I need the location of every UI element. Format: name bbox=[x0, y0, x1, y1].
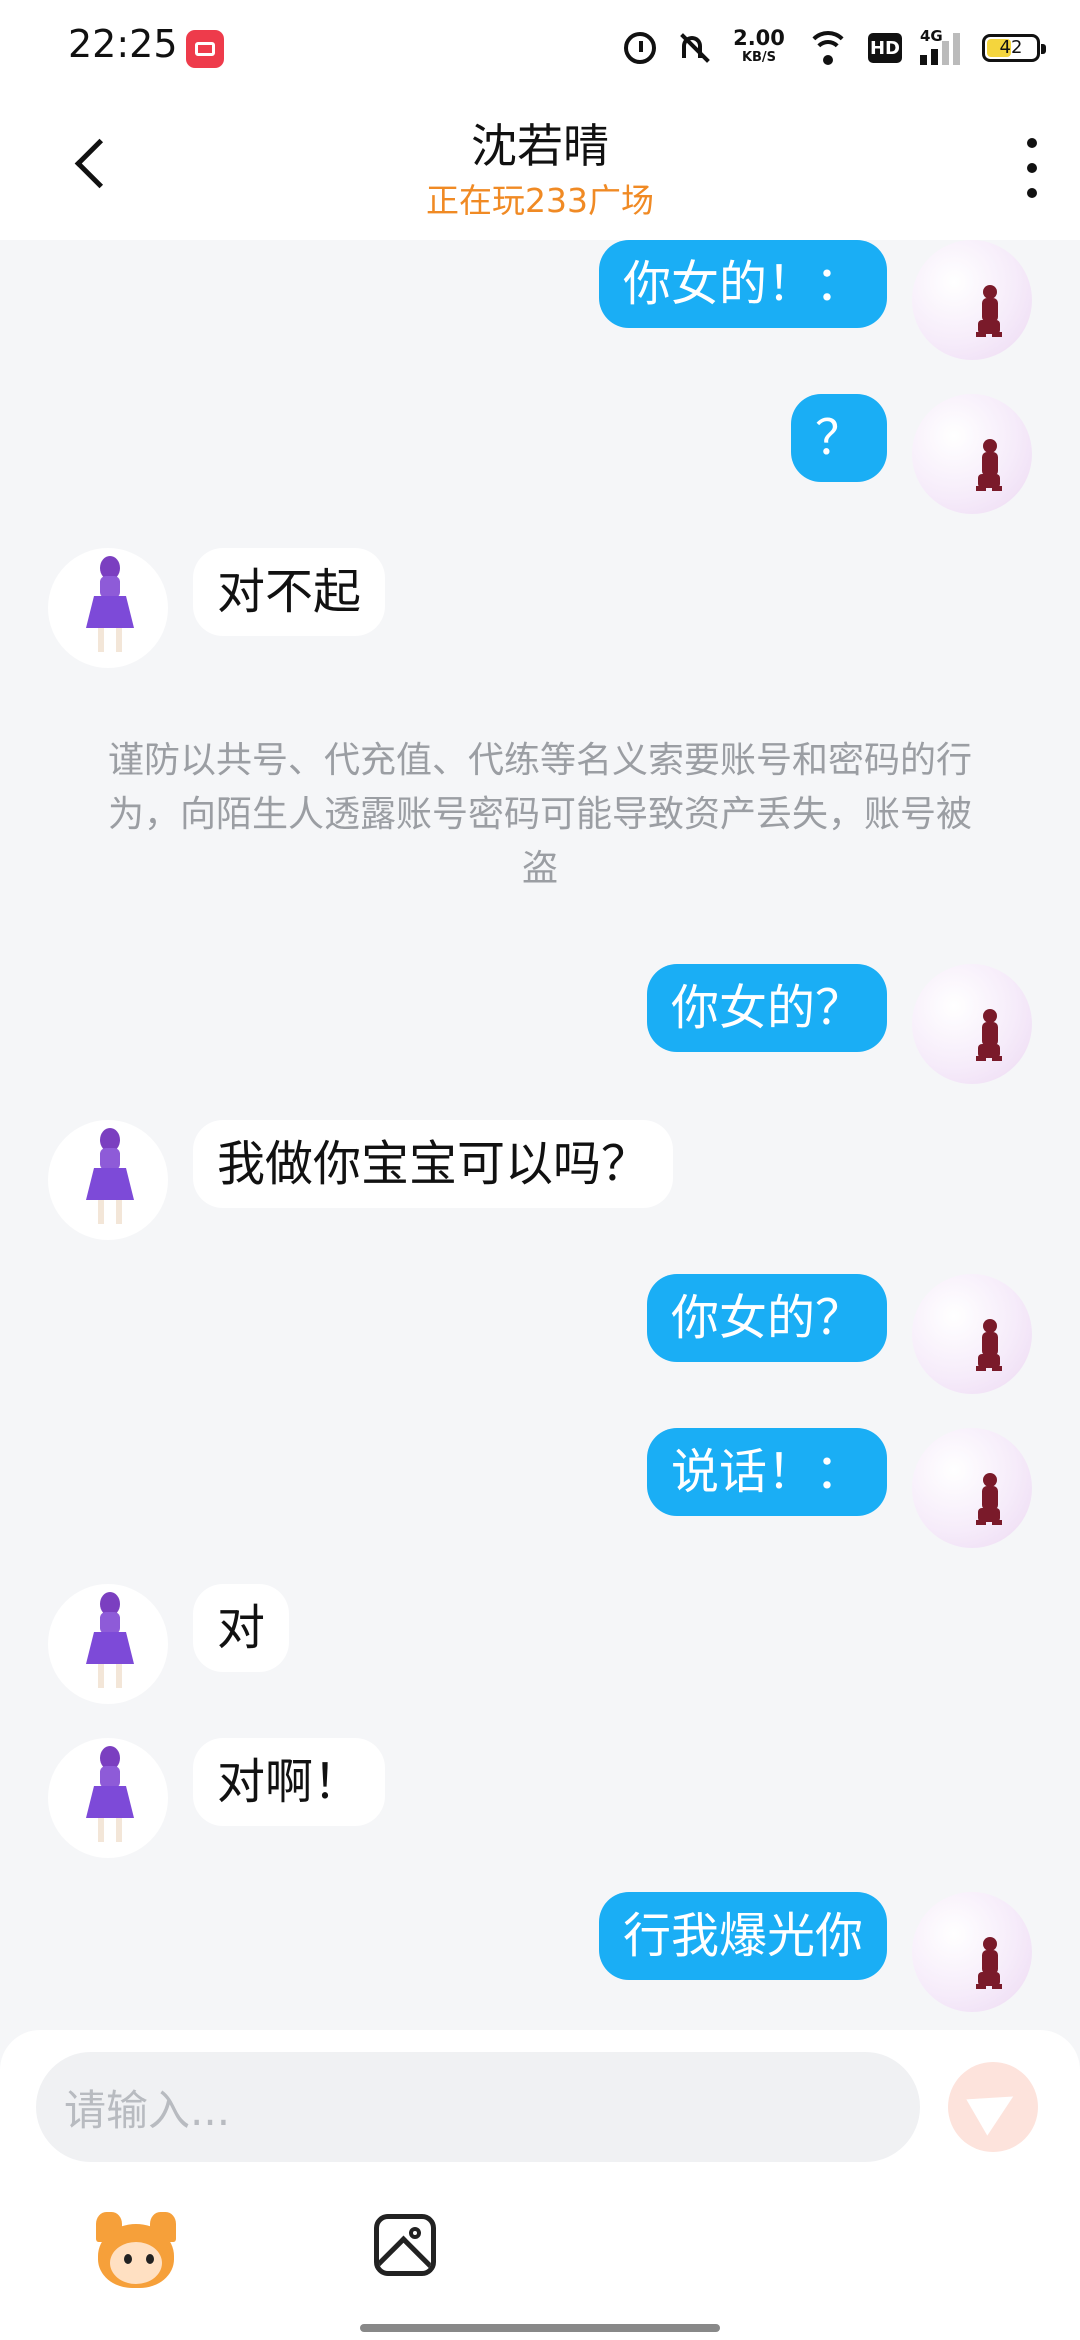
message-list[interactable]: 你女的！： ？ 对不起 谨防以共号、代充值、代练等名义索要账号和密码的行为，向陌… bbox=[0, 240, 1080, 2030]
message-bubble-theirs[interactable]: 对 bbox=[193, 1584, 290, 1672]
message-input[interactable]: 请输入... bbox=[36, 2052, 920, 2162]
send-button[interactable] bbox=[948, 2062, 1038, 2152]
my-avatar[interactable] bbox=[912, 1274, 1032, 1394]
contact-name: 沈若晴 bbox=[471, 119, 609, 173]
message-bubble-mine[interactable]: 你女的！： bbox=[598, 240, 887, 328]
contact-status: 正在玩233广场 bbox=[426, 181, 654, 220]
status-bar: 22:25 2.00 KB/S HD 4G 42 bbox=[0, 0, 1080, 96]
message-input-placeholder: 请输入... bbox=[64, 2085, 231, 2135]
my-avatar[interactable] bbox=[912, 964, 1032, 1084]
contact-avatar[interactable] bbox=[48, 1738, 168, 1858]
cell-signal-icon: 4G bbox=[920, 27, 964, 65]
wifi-icon bbox=[806, 31, 850, 65]
message-bubble-theirs[interactable]: 对不起 bbox=[193, 548, 386, 636]
contact-avatar[interactable] bbox=[48, 548, 168, 668]
my-avatar[interactable] bbox=[912, 240, 1032, 360]
chat-header: 沈若晴 正在玩233广场 bbox=[0, 96, 1080, 240]
message-bubble-mine[interactable]: 你女的？ bbox=[646, 964, 887, 1052]
security-notice: 谨防以共号、代充值、代练等名义索要账号和密码的行为，向陌生人透露账号密码可能导致… bbox=[107, 740, 972, 889]
my-avatar[interactable] bbox=[912, 1428, 1032, 1548]
net-speed: 2.00 KB/S bbox=[730, 28, 788, 68]
my-avatar[interactable] bbox=[912, 1892, 1032, 2012]
mascot-emoji-icon[interactable] bbox=[92, 2212, 180, 2292]
battery-icon: 42 bbox=[982, 34, 1046, 62]
message-bubble-mine[interactable]: 行我爆光你 bbox=[598, 1892, 887, 1980]
battery-level: 42 bbox=[999, 37, 1023, 58]
more-options-button[interactable] bbox=[1014, 138, 1050, 198]
message-bubble-mine[interactable]: 说话！： bbox=[646, 1428, 887, 1516]
message-bubble-mine[interactable]: 你女的？ bbox=[646, 1274, 887, 1362]
my-avatar[interactable] bbox=[912, 394, 1032, 514]
input-bar: 请输入... bbox=[0, 2030, 1080, 2340]
cell-label: 4G bbox=[920, 27, 943, 45]
message-bubble-mine[interactable]: ？ bbox=[790, 394, 887, 482]
contact-avatar[interactable] bbox=[48, 1584, 168, 1704]
net-speed-value: 2.00 bbox=[733, 26, 785, 50]
home-indicator[interactable] bbox=[360, 2324, 720, 2332]
net-speed-unit: KB/S bbox=[741, 50, 777, 65]
mute-icon bbox=[674, 32, 712, 64]
status-icons: 2.00 KB/S HD 4G 42 bbox=[624, 22, 1046, 74]
image-picker-icon[interactable] bbox=[374, 2214, 436, 2276]
message-bubble-theirs[interactable]: 我做你宝宝可以吗？ bbox=[193, 1120, 674, 1208]
message-bubble-theirs[interactable]: 对啊！ bbox=[193, 1738, 386, 1826]
hd-icon: HD bbox=[868, 33, 902, 63]
screen-record-icon bbox=[186, 30, 224, 68]
alarm-icon bbox=[624, 32, 656, 64]
status-time: 22:25 bbox=[68, 22, 178, 66]
contact-avatar[interactable] bbox=[48, 1120, 168, 1240]
